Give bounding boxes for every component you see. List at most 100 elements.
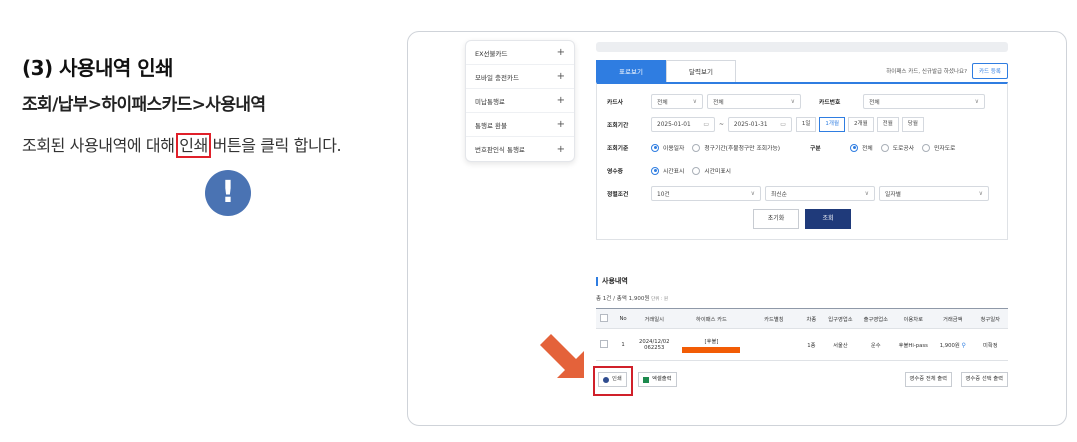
select-value: 일자별 (885, 192, 901, 198)
radio-billing-period[interactable]: 청구기간(후불청구만 조회가능) (692, 143, 780, 152)
excel-icon (643, 376, 649, 383)
card-register-button[interactable]: 카드 등록 (972, 63, 1008, 79)
period-1day-button[interactable]: 1일 (795, 117, 817, 132)
calendar-icon[interactable]: ▭ (780, 121, 786, 128)
tab-calendar-view[interactable]: 달력보기 (666, 60, 736, 82)
plus-icon: + (556, 119, 565, 130)
sidebar-item-unpaid-toll[interactable]: 미납통행료 + (466, 89, 574, 113)
date-from-input[interactable]: 2025-01-01 ▭ (651, 117, 715, 132)
cell-datetime: 2024/12/02 062253 (633, 328, 676, 361)
col-datetime: 거래일시 (633, 308, 676, 329)
row-criteria: 조회기준 이용일자 청구기간(후불청구만 조회가능) 구분 전체 도로공사 민자… (607, 136, 997, 159)
period-label: 조회기간 (607, 123, 629, 129)
sidebar-item-plate-toll[interactable]: 번호판인식 통행료 + (466, 137, 574, 161)
radio-dot (692, 143, 701, 152)
guide-breadcrumb: 조회/납부>하이패스카드>사용내역 (22, 95, 266, 115)
sidebar-item-ex-prepaid[interactable]: EX선불카드 + (466, 41, 574, 65)
radio-hide-time[interactable]: 시간미표시 (692, 166, 731, 175)
print-label: 인쇄 (612, 376, 622, 382)
criteria-label: 조회기준 (607, 146, 629, 152)
select-value: 전체 (657, 100, 668, 106)
receipt-all-button[interactable]: 영수증 전체 출력 (904, 372, 952, 387)
excel-label: 엑셀출력 (652, 376, 672, 382)
search-button[interactable]: 조회 (805, 209, 851, 229)
register-prompt: 하이패스 카드, 신규발급 하셨나요? (886, 69, 967, 75)
period-this-month-button[interactable]: 당월 (901, 117, 924, 132)
cell-no: 1 (612, 328, 634, 361)
printer-icon (603, 376, 609, 383)
side-menu: EX선불카드 + 모바일 충전카드 + 미납통행료 + 통행료 환불 + 번호판인식 통… (465, 40, 575, 162)
sidebar-item-label: 번호판인식 통행료 (475, 146, 525, 154)
radio-label: 시간미표시 (704, 169, 732, 175)
chevron-down-icon: ∨ (864, 190, 869, 197)
card-type-select[interactable]: 전체 ∨ (707, 94, 801, 109)
sidebar-item-label: 미납통행료 (475, 97, 505, 106)
card-company-label: 카드사 (607, 100, 623, 106)
plus-icon: + (556, 143, 565, 155)
sort-order-select[interactable]: 최신순 ∨ (765, 186, 875, 201)
table-row: 1 2024/12/02 062253 [후불] 1종 서울산 운수 후불Hi-p… (596, 328, 1008, 361)
radio-private-road[interactable]: 민자도로 (922, 143, 955, 152)
excel-export-button[interactable]: 엑셀출력 (638, 372, 677, 387)
chevron-down-icon: ∨ (790, 98, 795, 105)
cell-amount: 1,900원 ⚲ (933, 328, 973, 361)
chevron-down-icon: ∨ (974, 98, 979, 105)
date-to-input[interactable]: 2025-01-31 ▭ (727, 117, 792, 132)
filter-buttons: 초기화 조회 (607, 209, 997, 229)
datetime-date: 2024/12/02 (638, 338, 670, 345)
datetime-time: 062253 (644, 344, 665, 351)
period-1month-button[interactable]: 1개월 (819, 117, 846, 132)
card-register-area: 하이패스 카드, 신규발급 하셨나요? 카드 등록 (886, 63, 1008, 79)
sort-count-select[interactable]: 10건 ∨ (651, 186, 761, 201)
unit-text: 단위 : 원 (651, 297, 668, 302)
select-value: 전체 (713, 100, 724, 106)
row-receipt: 영수증 시간표시 시간미표시 (607, 159, 997, 182)
radio-expressway[interactable]: 도로공사 (880, 143, 914, 152)
date-value: 2025-01-01 (657, 121, 691, 128)
cell-exit: 운수 (858, 328, 894, 361)
plus-icon: + (556, 47, 565, 58)
receipt-selected-button[interactable]: 영수증 선택 출력 (960, 372, 1008, 387)
cell-lane: 후불Hi-pass (893, 328, 934, 361)
card-company-select[interactable]: 전체 ∨ (651, 94, 703, 109)
radio-all[interactable]: 전체 (850, 143, 873, 152)
col-no: No (612, 308, 634, 329)
print-button[interactable]: 인쇄 (598, 372, 627, 387)
redacted-card-number (682, 346, 741, 353)
sidebar-item-mobile-charge[interactable]: 모바일 충전카드 + (466, 65, 574, 89)
exclamation-icon: ! (205, 170, 251, 216)
reset-button[interactable]: 초기화 (753, 209, 799, 229)
row-checkbox[interactable] (600, 339, 609, 348)
radio-use-date[interactable]: 이용일자 (651, 143, 684, 152)
sort-by-select[interactable]: 일자별 ∨ (879, 186, 989, 201)
sidebar-item-toll-refund[interactable]: 통행료 환불 + (466, 113, 574, 137)
total-text: 총 1건 / 총액 1,900원 (596, 296, 650, 302)
radio-label: 이용일자 (663, 146, 685, 152)
desc-text-after: 버튼을 클릭 합니다. (207, 136, 342, 155)
select-all-checkbox[interactable] (600, 313, 609, 322)
period-prev-month-button[interactable]: 전월 (876, 117, 899, 132)
tab-table-view[interactable]: 표로보기 (596, 60, 666, 82)
plus-icon: + (556, 71, 565, 82)
radio-dot (692, 166, 701, 175)
cell-entry: 서울산 (822, 328, 859, 361)
date-value: 2025-01-31 (733, 121, 768, 128)
card-type: [후불] (704, 338, 719, 345)
col-alias: 카드별칭 (747, 308, 800, 329)
screenshot-frame: EX선불카드 + 모바일 충전카드 + 미납통행료 + 통행료 환불 + 번호판인식 통… (407, 31, 1067, 426)
magnifier-icon[interactable]: ⚲ (961, 342, 965, 349)
sidebar-item-label: 모바일 충전카드 (475, 73, 519, 82)
tabs-row: 표로보기 달력보기 하이패스 카드, 신규발급 하셨나요? 카드 등록 (596, 60, 1008, 82)
chevron-down-icon: ∨ (692, 98, 697, 105)
guide-title: (3) 사용내역 인쇄 (22, 56, 174, 80)
select-value: 전체 (869, 100, 880, 106)
chevron-down-icon: ∨ (978, 190, 983, 197)
table-actions: 인쇄 엑셀출력 영수증 전체 출력 영수증 선택 출력 (593, 366, 1008, 396)
card-number-select[interactable]: 전체 ∨ (863, 94, 985, 109)
period-2month-button[interactable]: 2개월 (848, 117, 874, 132)
card-number-label: 카드번호 (819, 100, 841, 106)
radio-show-time[interactable]: 시간표시 (651, 166, 684, 175)
sidebar-item-label: EX선불카드 (475, 49, 508, 58)
calendar-icon[interactable]: ▭ (703, 121, 709, 128)
top-bar (596, 42, 1008, 52)
